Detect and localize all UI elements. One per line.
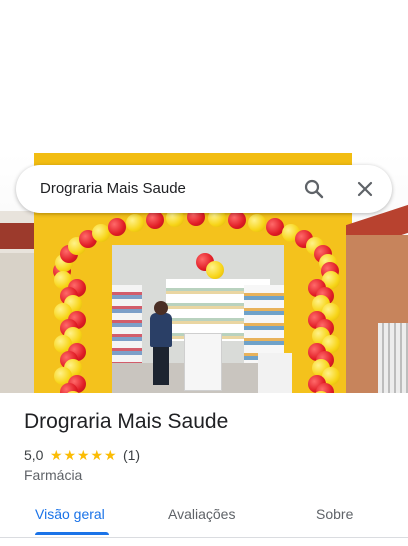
- star-icon: ★: [76, 447, 90, 463]
- balloon: [206, 261, 224, 279]
- place-category[interactable]: Farmácia: [24, 467, 82, 483]
- tab-reviews[interactable]: Avaliações: [168, 506, 235, 522]
- star-icon: ★: [90, 447, 103, 463]
- tab-bar: Visão geral Avaliações Sobre: [0, 496, 408, 538]
- photo-person-head: [154, 301, 168, 315]
- star-icon: ★: [49, 447, 63, 463]
- photo-left-wall: [0, 253, 34, 393]
- place-title: Drograria Mais Saude: [24, 410, 229, 433]
- star-icon: ★: [103, 447, 117, 463]
- search-icon[interactable]: [302, 177, 326, 201]
- photo-table: [258, 353, 292, 393]
- rating-value: 5,0: [24, 447, 44, 463]
- review-count[interactable]: (1): [123, 447, 140, 463]
- rating-stars: ★ ★ ★ ★ ★: [49, 448, 117, 462]
- photo-right-fence: [378, 323, 408, 393]
- photo-counter: [184, 333, 222, 391]
- star-icon: ★: [63, 447, 76, 463]
- blank-area: [0, 0, 408, 153]
- balloon: [228, 210, 247, 229]
- tab-overview[interactable]: Visão geral: [35, 506, 105, 522]
- photo-person-body: [150, 313, 172, 347]
- search-bar[interactable]: Drograria Mais Saude: [16, 165, 392, 213]
- photo-person-legs: [153, 345, 169, 385]
- balloon: [247, 213, 266, 232]
- balloon: [145, 210, 164, 229]
- close-icon[interactable]: [353, 177, 377, 201]
- search-query-text[interactable]: Drograria Mais Saude: [40, 180, 186, 197]
- balloon: [126, 213, 145, 232]
- active-tab-indicator: [35, 532, 109, 535]
- tab-about[interactable]: Sobre: [316, 506, 353, 522]
- rating-row[interactable]: 5,0 ★ ★ ★ ★ ★ (1): [24, 446, 140, 464]
